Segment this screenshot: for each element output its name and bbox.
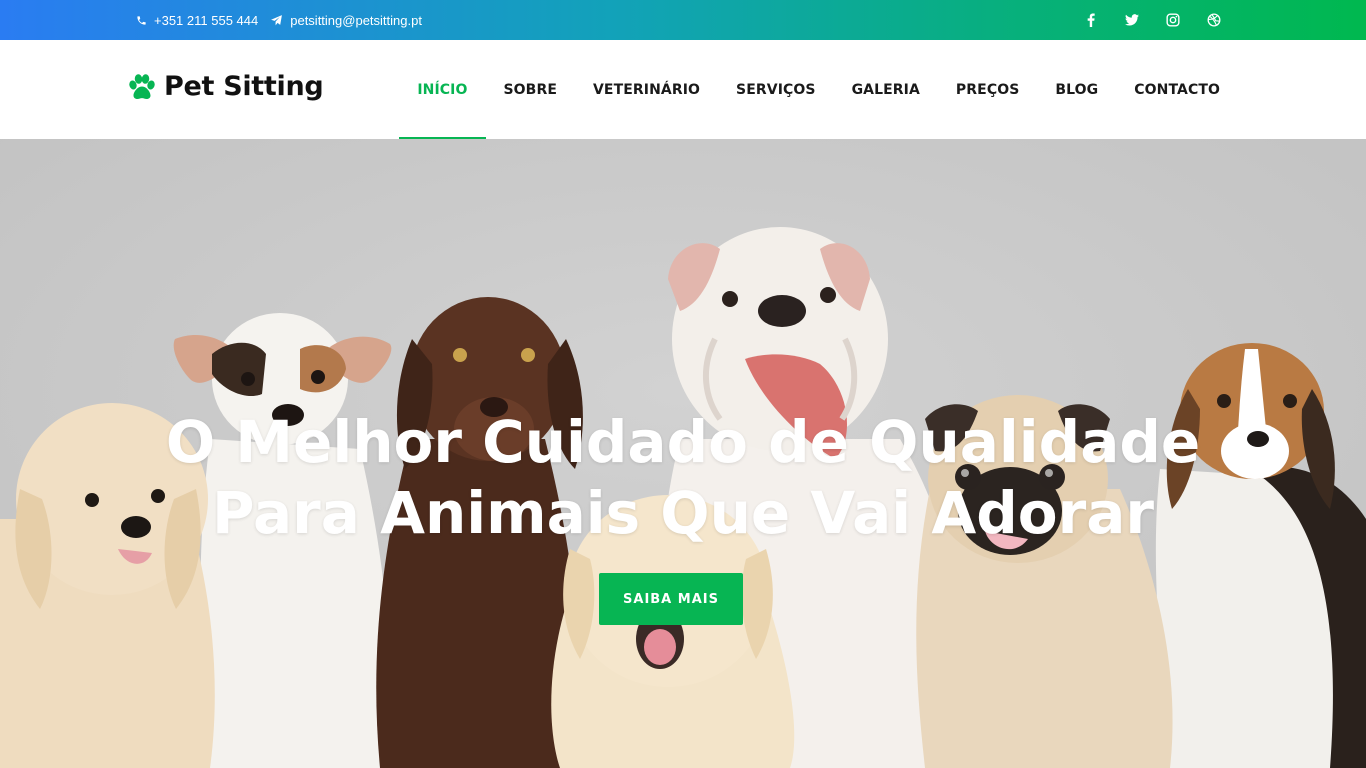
nav-sobre[interactable]: SOBRE xyxy=(486,40,576,139)
facebook-icon[interactable] xyxy=(1081,10,1101,30)
phone-contact[interactable]: +351 211 555 444 xyxy=(136,13,258,28)
nav-contacto[interactable]: CONTACTO xyxy=(1116,40,1238,139)
paper-plane-icon xyxy=(271,14,283,25)
nav-precos[interactable]: PREÇOS xyxy=(938,40,1037,139)
phone-icon xyxy=(137,15,146,25)
hero-title: O Melhor Cuidado de Qualidade Para Anima… xyxy=(0,407,1366,549)
main-header: Pet Sitting INÍCIO SOBRE VETERINÁRIO SER… xyxy=(0,40,1366,139)
dribbble-icon[interactable] xyxy=(1204,10,1224,30)
social-links xyxy=(1060,0,1224,40)
email-address: petsitting@petsitting.pt xyxy=(290,12,422,28)
logo[interactable]: Pet Sitting xyxy=(128,71,324,102)
nav-inicio[interactable]: INÍCIO xyxy=(399,40,486,139)
twitter-icon[interactable] xyxy=(1122,10,1142,30)
hero-title-line-2: Para Animais Que Vai Adorar xyxy=(212,479,1154,547)
logo-text: Pet Sitting xyxy=(164,71,324,102)
nav-veterinario[interactable]: VETERINÁRIO xyxy=(575,40,718,139)
contact-info: +351 211 555 444 petsitting@petsitting.p… xyxy=(136,0,434,40)
nav-servicos[interactable]: SERVIÇOS xyxy=(718,40,834,139)
hero-section: O Melhor Cuidado de Qualidade Para Anima… xyxy=(0,139,1366,768)
instagram-icon[interactable] xyxy=(1163,10,1183,30)
nav-galeria[interactable]: GALERIA xyxy=(834,40,938,139)
nav-blog[interactable]: BLOG xyxy=(1037,40,1116,139)
hero-title-line-1: O Melhor Cuidado de Qualidade xyxy=(165,408,1201,476)
main-nav: INÍCIO SOBRE VETERINÁRIO SERVIÇOS GALERI… xyxy=(399,40,1238,139)
email-contact[interactable]: petsitting@petsitting.pt xyxy=(270,13,422,28)
top-bar: +351 211 555 444 petsitting@petsitting.p… xyxy=(0,0,1366,40)
paw-icon xyxy=(129,73,155,99)
saiba-mais-button[interactable]: SAIBA MAIS xyxy=(599,573,743,625)
phone-number: +351 211 555 444 xyxy=(154,12,259,28)
